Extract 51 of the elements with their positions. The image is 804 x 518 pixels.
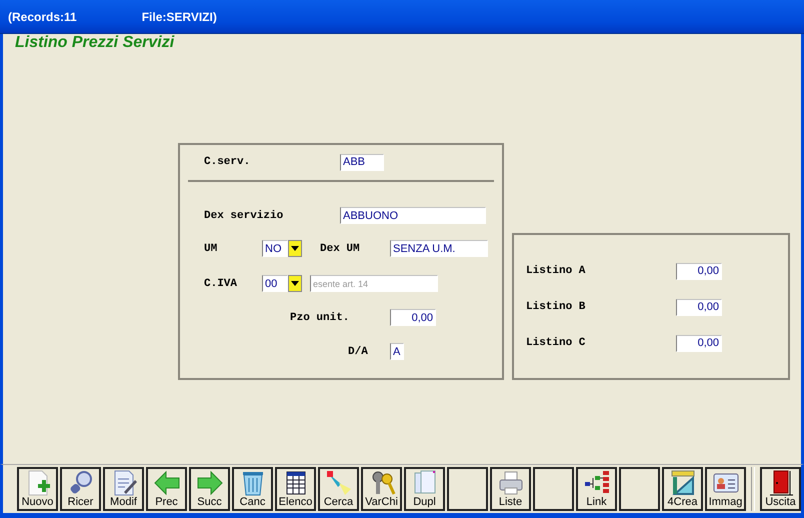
field-label: Listino A xyxy=(526,265,586,277)
field-label: Dex servizio xyxy=(204,210,284,222)
toolbar-button[interactable]: Canc xyxy=(232,467,273,511)
field-label: Pzo unit. xyxy=(290,312,350,324)
toolbar-button[interactable] xyxy=(533,467,574,511)
printer-icon xyxy=(496,470,524,496)
toolbar-button[interactable]: Link xyxy=(576,467,617,511)
toolbar-button[interactable]: 4Crea xyxy=(662,467,703,511)
right-arrow-icon xyxy=(196,470,224,496)
toolbar-button[interactable] xyxy=(619,467,660,511)
debit-credit-field[interactable]: A xyxy=(390,343,404,360)
field-label: Listino C xyxy=(526,337,586,349)
toolbar-button[interactable] xyxy=(447,467,488,511)
toolbar-button[interactable]: Dupl xyxy=(404,467,445,511)
field-label: Listino B xyxy=(526,301,586,313)
flashlight-icon xyxy=(324,470,352,496)
ruler-icon xyxy=(668,470,696,496)
field-label: UM xyxy=(204,242,218,254)
field-label: C.IVA xyxy=(204,278,238,290)
left-arrow-icon xyxy=(152,470,180,496)
code-field[interactable]: ABB xyxy=(340,154,384,170)
unit-price-field[interactable]: 0,00 xyxy=(390,309,436,326)
toolbar-button[interactable]: Cerca xyxy=(318,467,359,511)
price-field[interactable]: 0,00 xyxy=(676,334,722,352)
toolbar-button[interactable]: Succ xyxy=(189,467,230,511)
toolbar-button[interactable]: Nuovo xyxy=(17,467,58,511)
toolbar-button[interactable]: Prec xyxy=(146,467,187,511)
field-label: D/A xyxy=(348,346,369,358)
description-field[interactable]: ABBUONO xyxy=(340,207,486,224)
file-name: File:SERVIZI) xyxy=(142,10,217,24)
unit-description-field[interactable]: SENZA U.M. xyxy=(390,240,488,257)
toolbar-button[interactable]: Ricer xyxy=(60,467,101,511)
toolbar-button[interactable]: Immag xyxy=(705,467,746,511)
caret-icon xyxy=(291,281,299,286)
form-title: Listino Prezzi Servizi xyxy=(15,34,174,52)
price-field[interactable]: 0,00 xyxy=(676,298,722,316)
dropdown-button[interactable] xyxy=(288,275,302,292)
dropdown-button[interactable] xyxy=(288,240,302,257)
toolbar-button[interactable]: VarChi xyxy=(361,467,402,511)
vat-combo[interactable]: 00 xyxy=(262,275,288,292)
toolbar-button[interactable]: Elenco xyxy=(275,467,316,511)
caret-icon xyxy=(291,246,299,251)
tree-icon xyxy=(582,470,610,496)
toolbar-button[interactable]: Uscita xyxy=(760,467,801,511)
unit-combo[interactable]: NO xyxy=(262,240,288,257)
toolbar-button[interactable]: Liste xyxy=(490,467,531,511)
records-count: (Records:11 xyxy=(8,10,77,24)
toolbar-button[interactable]: Modif xyxy=(103,467,144,511)
field-label: Dex UM xyxy=(320,242,361,254)
field-label: C.serv. xyxy=(204,156,252,168)
price-field[interactable]: 0,00 xyxy=(676,262,722,280)
